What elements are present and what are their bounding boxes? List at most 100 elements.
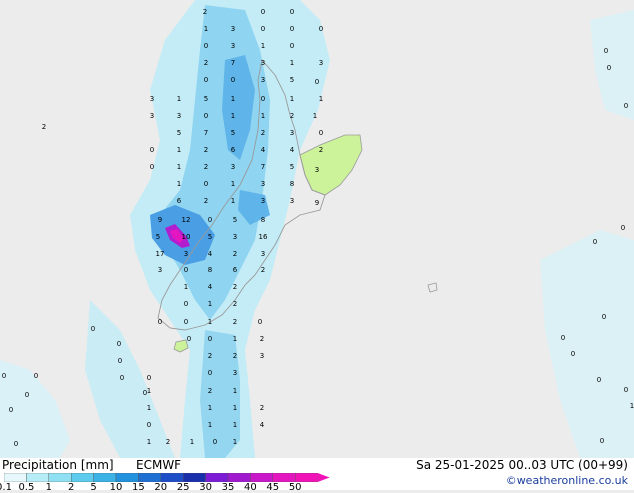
precip-value-label: 3 bbox=[231, 42, 235, 50]
precip-value-label: 0 bbox=[290, 42, 294, 50]
scale-tick-label: 25 bbox=[176, 482, 190, 493]
precip-value-label: 3 bbox=[290, 197, 294, 205]
precip-value-label: 2 bbox=[233, 283, 237, 291]
map-footer: Precipitation [mm] ECMWF Sa 25-01-2025 0… bbox=[0, 458, 634, 493]
precip-value-label: 2 bbox=[208, 387, 212, 395]
valid-time: Sa 25-01-2025 00..03 UTC (00+99) bbox=[416, 458, 628, 472]
precip-value-label: 4 bbox=[208, 283, 213, 291]
precip-value-label: 0 bbox=[319, 25, 323, 33]
precip-value-label: 1 bbox=[190, 438, 194, 446]
precip-value-label: 1 bbox=[233, 421, 237, 429]
precip-value-label: 1 bbox=[208, 421, 212, 429]
precip-value-label: 0 bbox=[147, 421, 151, 429]
scale-swatch bbox=[115, 473, 139, 482]
precip-value-label: 1 bbox=[208, 404, 212, 412]
scale-tick-label: 45 bbox=[266, 482, 280, 493]
precip-value-label: 0 bbox=[204, 76, 208, 84]
precip-value-label: 2 bbox=[233, 352, 237, 360]
precip-value-label: 0 bbox=[208, 216, 212, 224]
precip-value-label: 0 bbox=[150, 163, 154, 171]
scale-swatch bbox=[138, 473, 161, 482]
precip-value-label: 0 bbox=[624, 386, 628, 394]
precip-value-label: 3 bbox=[261, 76, 265, 84]
scale-tick-label: 0.5 bbox=[18, 482, 35, 493]
precip-value-label: 5 bbox=[208, 233, 212, 241]
scale-swatch bbox=[4, 473, 27, 482]
precip-value-label: 2 bbox=[233, 318, 237, 326]
precip-value-label: 1 bbox=[231, 112, 235, 120]
precip-value-label: 2 bbox=[233, 250, 237, 258]
scale-arrow bbox=[317, 473, 330, 482]
precip-value-label: 0 bbox=[2, 372, 6, 380]
precip-value-label: 2 bbox=[260, 404, 264, 412]
precip-value-label: 4 bbox=[290, 146, 295, 154]
precip-value-label: 3 bbox=[261, 250, 265, 258]
scale-swatch bbox=[250, 473, 273, 482]
precip-value-label: 3 bbox=[260, 352, 264, 360]
precip-value-label: 1 bbox=[231, 95, 235, 103]
precip-value-label: 0 bbox=[204, 112, 208, 120]
precip-value-label: 5 bbox=[290, 163, 294, 171]
scale-swatch bbox=[26, 473, 49, 482]
precip-value-label: 17 bbox=[156, 250, 165, 258]
precip-value-label: 2 bbox=[233, 300, 237, 308]
precip-value-label: 0 bbox=[597, 376, 601, 384]
precip-value-label: 3 bbox=[150, 95, 154, 103]
precip-value-label: 6 bbox=[231, 146, 236, 154]
precip-value-label: 5 bbox=[290, 76, 294, 84]
precip-value-label: 6 bbox=[233, 266, 238, 274]
precip-value-label: 9 bbox=[315, 199, 319, 207]
precip-value-label: 10 bbox=[182, 233, 191, 241]
precip-value-label: 0 bbox=[120, 374, 124, 382]
precip-value-label: 0 bbox=[187, 335, 191, 343]
precip-value-label: 7 bbox=[231, 59, 235, 67]
precip-value-label: 0 bbox=[91, 325, 95, 333]
precip-value-label: 2 bbox=[42, 123, 46, 131]
precip-value-label: 1 bbox=[177, 146, 181, 154]
precip-value-label: 0 bbox=[261, 25, 265, 33]
precip-value-label: 3 bbox=[261, 59, 265, 67]
precip-value-label: 1 bbox=[319, 95, 323, 103]
precip-value-label: 1 bbox=[204, 25, 208, 33]
precip-value-label: 5 bbox=[156, 233, 160, 241]
precip-value-label: 1 bbox=[147, 438, 151, 446]
precip-value-label: 4 bbox=[261, 146, 266, 154]
precip-value-label: 16 bbox=[259, 233, 268, 241]
precip-value-label: 1 bbox=[231, 197, 235, 205]
precip-value-label: 1 bbox=[261, 42, 265, 50]
scale-tick-label: 2 bbox=[68, 482, 75, 493]
scale-swatch bbox=[70, 473, 94, 482]
precip-value-label: 8 bbox=[261, 216, 265, 224]
precip-value-label: 3 bbox=[150, 112, 154, 120]
precip-value-label: 3 bbox=[290, 129, 294, 137]
precip-value-label: 1 bbox=[184, 283, 188, 291]
precip-value-label: 0 bbox=[607, 64, 611, 72]
precip-value-label: 3 bbox=[261, 197, 265, 205]
precip-value-label: 0 bbox=[261, 8, 265, 16]
precip-value-label: 0 bbox=[319, 129, 323, 137]
precip-value-label: 1 bbox=[290, 59, 294, 67]
precip-value-label: 8 bbox=[208, 266, 212, 274]
precip-value-label: 5 bbox=[231, 129, 235, 137]
scale-swatch bbox=[205, 473, 229, 482]
precip-value-label: 3 bbox=[233, 233, 237, 241]
credit-link[interactable]: ©weatheronline.co.uk bbox=[506, 474, 628, 487]
precip-value-label: 2 bbox=[166, 438, 170, 446]
precip-value-label: 0 bbox=[118, 357, 122, 365]
precip-value-label: 1 bbox=[290, 95, 294, 103]
precip-value-label: 1 bbox=[261, 112, 265, 120]
precip-value-label: 0 bbox=[147, 374, 151, 382]
color-scale bbox=[4, 473, 330, 482]
scale-tick-label: 30 bbox=[199, 482, 212, 493]
precip-value-label: 2 bbox=[261, 129, 265, 137]
model-name: ECMWF bbox=[136, 458, 182, 472]
precip-value-label: 4 bbox=[208, 250, 213, 258]
precip-value-label: 3 bbox=[177, 112, 181, 120]
precip-value-label: 5 bbox=[204, 95, 208, 103]
precip-value-label: 0 bbox=[117, 340, 121, 348]
precip-value-label: 0 bbox=[571, 350, 575, 358]
precip-value-label: 5 bbox=[233, 216, 237, 224]
precip-value-label: 1 bbox=[233, 387, 237, 395]
precip-value-label: 1 bbox=[630, 402, 634, 410]
precip-value-label: 1 bbox=[208, 318, 212, 326]
